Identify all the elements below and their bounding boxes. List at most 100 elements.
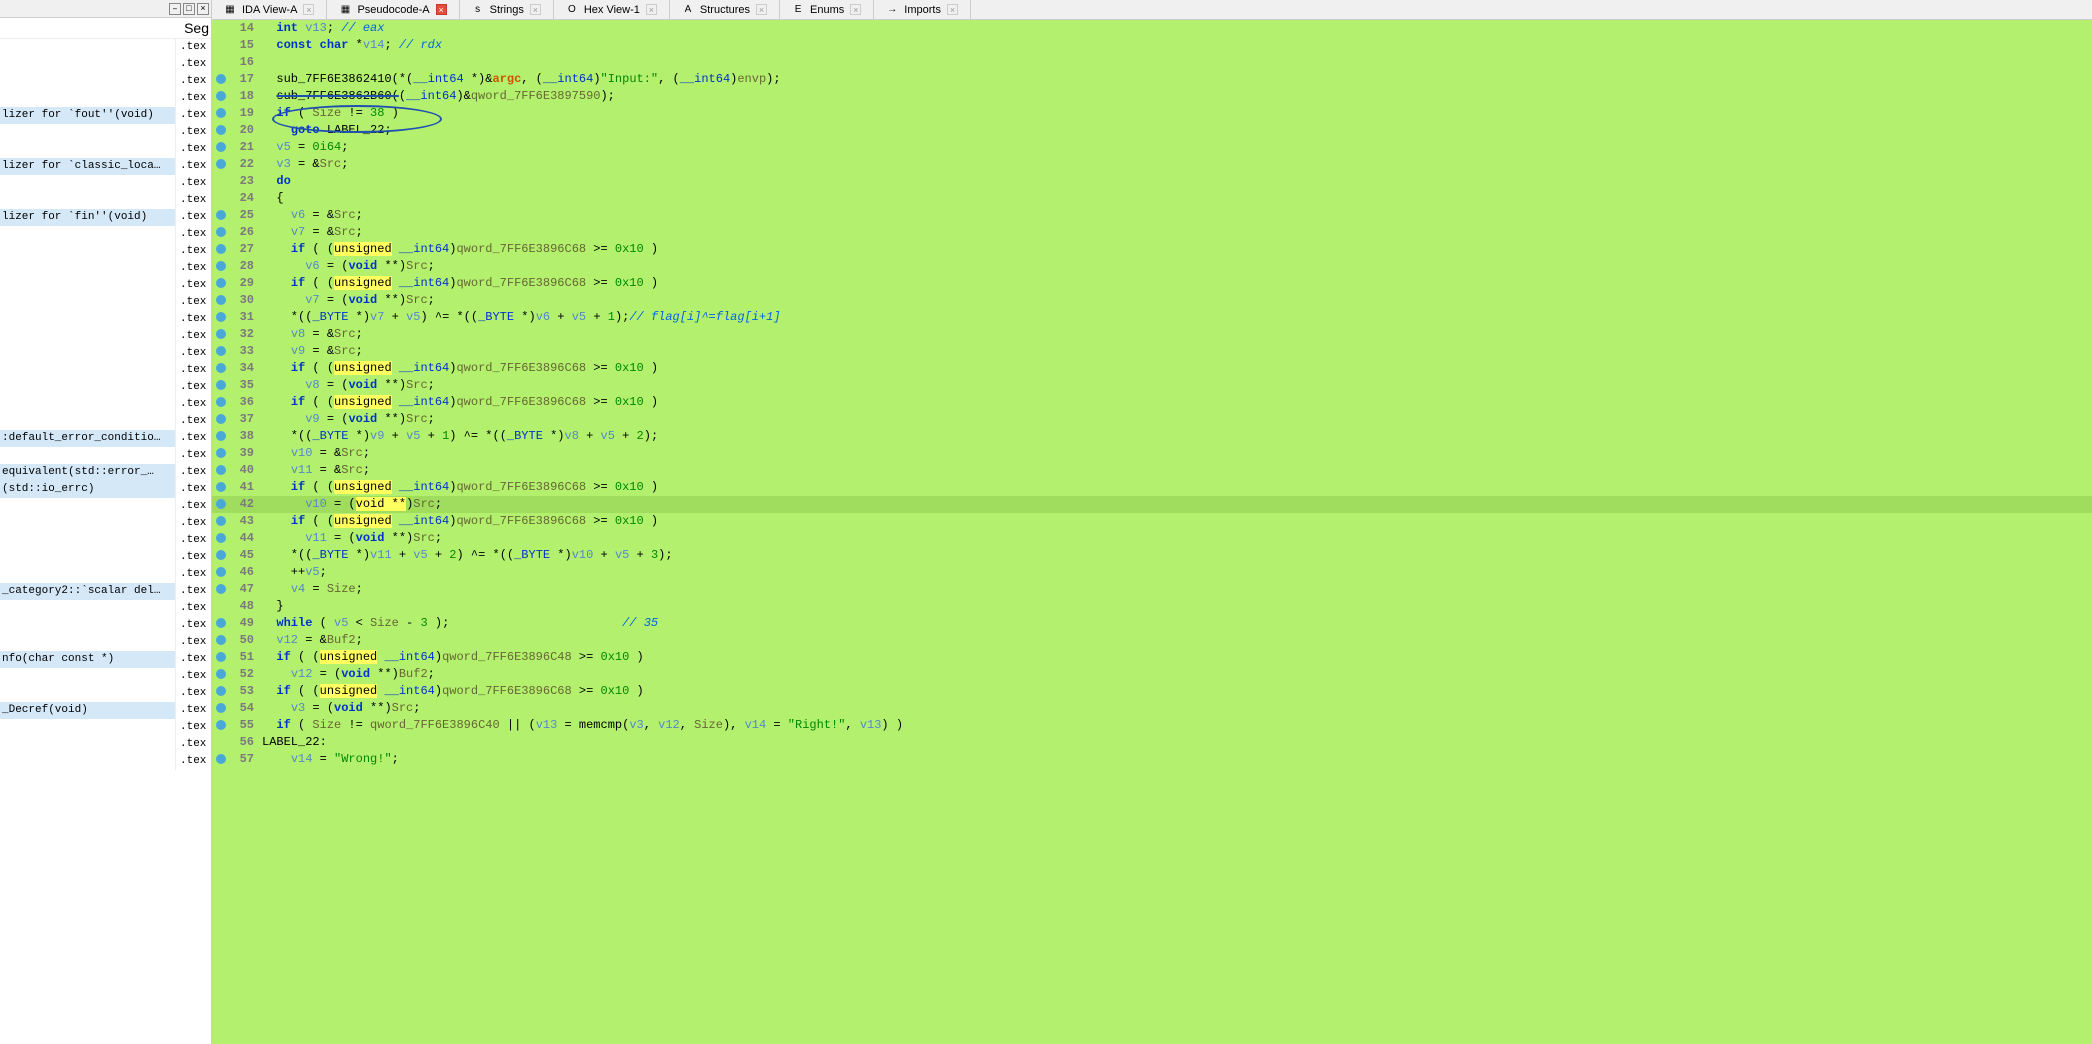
breakpoint-dot-icon[interactable] xyxy=(216,635,226,645)
code-line[interactable]: 24 { xyxy=(212,190,2092,207)
breakpoint-dot-icon[interactable] xyxy=(216,380,226,390)
code-line[interactable]: 22 v3 = &Src; xyxy=(212,156,2092,173)
code-line[interactable]: 48 } xyxy=(212,598,2092,615)
code-text[interactable]: if ( Size != qword_7FF6E3896C40 || (v13 … xyxy=(262,717,2092,734)
code-text[interactable]: ++v5; xyxy=(262,564,2092,581)
function-row[interactable]: .tex xyxy=(0,124,211,141)
function-row[interactable]: .tex xyxy=(0,243,211,260)
code-text[interactable]: if ( (unsigned __int64)qword_7FF6E3896C6… xyxy=(262,275,2092,292)
gutter[interactable] xyxy=(212,139,232,156)
breakpoint-dot-icon[interactable] xyxy=(216,618,226,628)
gutter[interactable] xyxy=(212,190,232,207)
gutter[interactable] xyxy=(212,666,232,683)
tab-close-icon[interactable]: × xyxy=(436,4,447,15)
code-line[interactable]: 35 v8 = (void **)Src; xyxy=(212,377,2092,394)
breakpoint-dot-icon[interactable] xyxy=(216,465,226,475)
code-text[interactable]: if ( (unsigned __int64)qword_7FF6E3896C6… xyxy=(262,513,2092,530)
code-line[interactable]: 17 sub_7FF6E3862410(*(__int64 *)&argc, (… xyxy=(212,71,2092,88)
gutter[interactable] xyxy=(212,530,232,547)
function-row[interactable]: .tex xyxy=(0,685,211,702)
function-row[interactable]: .tex xyxy=(0,396,211,413)
code-line[interactable]: 31 *((_BYTE *)v7 + v5) ^= *((_BYTE *)v6 … xyxy=(212,309,2092,326)
tab-close-icon[interactable]: × xyxy=(947,4,958,15)
function-row[interactable]: .tex xyxy=(0,90,211,107)
tab-ida-view-a[interactable]: ▦IDA View-A× xyxy=(212,0,327,19)
function-row[interactable]: :default_error_conditio….tex xyxy=(0,430,211,447)
code-text[interactable]: v4 = Size; xyxy=(262,581,2092,598)
gutter[interactable] xyxy=(212,700,232,717)
gutter[interactable] xyxy=(212,513,232,530)
breakpoint-dot-icon[interactable] xyxy=(216,244,226,254)
code-line[interactable]: 14 int v13; // eax xyxy=(212,20,2092,37)
gutter[interactable] xyxy=(212,564,232,581)
code-line[interactable]: 55 if ( Size != qword_7FF6E3896C40 || (v… xyxy=(212,717,2092,734)
gutter[interactable] xyxy=(212,411,232,428)
code-text[interactable]: v7 = (void **)Src; xyxy=(262,292,2092,309)
code-text[interactable]: *((_BYTE *)v7 + v5) ^= *((_BYTE *)v6 + v… xyxy=(262,309,2092,326)
breakpoint-dot-icon[interactable] xyxy=(216,754,226,764)
gutter[interactable] xyxy=(212,581,232,598)
tab-close-icon[interactable]: × xyxy=(303,4,314,15)
function-row[interactable]: .tex xyxy=(0,413,211,430)
code-line[interactable]: 20 goto LABEL_22; xyxy=(212,122,2092,139)
breakpoint-dot-icon[interactable] xyxy=(216,499,226,509)
code-text[interactable]: v11 = (void **)Src; xyxy=(262,530,2092,547)
code-line[interactable]: 16 xyxy=(212,54,2092,71)
breakpoint-dot-icon[interactable] xyxy=(216,295,226,305)
gutter[interactable] xyxy=(212,54,232,71)
code-line[interactable]: 53 if ( (unsigned __int64)qword_7FF6E389… xyxy=(212,683,2092,700)
code-text[interactable]: goto LABEL_22; xyxy=(262,122,2092,139)
tab-close-icon[interactable]: × xyxy=(646,4,657,15)
gutter[interactable] xyxy=(212,37,232,54)
code-text[interactable]: v14 = "Wrong!"; xyxy=(262,751,2092,768)
code-text[interactable]: if ( (unsigned __int64)qword_7FF6E3896C6… xyxy=(262,394,2092,411)
code-text[interactable]: v6 = &Src; xyxy=(262,207,2092,224)
tab-close-icon[interactable]: × xyxy=(756,4,767,15)
code-text[interactable]: v10 = (void **)Src; xyxy=(262,496,2092,513)
function-row[interactable]: .tex xyxy=(0,719,211,736)
function-row[interactable]: .tex xyxy=(0,192,211,209)
code-line[interactable]: 23 do xyxy=(212,173,2092,190)
minimize-icon[interactable]: – xyxy=(169,3,181,15)
breakpoint-dot-icon[interactable] xyxy=(216,397,226,407)
code-text[interactable]: *((_BYTE *)v9 + v5 + 1) ^= *((_BYTE *)v8… xyxy=(262,428,2092,445)
code-text[interactable]: LABEL_22: xyxy=(262,734,2092,751)
code-line[interactable]: 46 ++v5; xyxy=(212,564,2092,581)
code-text[interactable]: v6 = (void **)Src; xyxy=(262,258,2092,275)
breakpoint-dot-icon[interactable] xyxy=(216,227,226,237)
function-row[interactable]: .tex xyxy=(0,515,211,532)
code-text[interactable]: v9 = (void **)Src; xyxy=(262,411,2092,428)
gutter[interactable] xyxy=(212,71,232,88)
code-line[interactable]: 28 v6 = (void **)Src; xyxy=(212,258,2092,275)
function-row[interactable]: .tex xyxy=(0,294,211,311)
code-line[interactable]: 32 v8 = &Src; xyxy=(212,326,2092,343)
breakpoint-dot-icon[interactable] xyxy=(216,652,226,662)
code-line[interactable]: 54 v3 = (void **)Src; xyxy=(212,700,2092,717)
breakpoint-dot-icon[interactable] xyxy=(216,363,226,373)
code-line[interactable]: 39 v10 = &Src; xyxy=(212,445,2092,462)
code-text[interactable]: sub_7FF6E3862B60((__int64)&qword_7FF6E38… xyxy=(262,88,2092,105)
breakpoint-dot-icon[interactable] xyxy=(216,669,226,679)
code-line[interactable]: 33 v9 = &Src; xyxy=(212,343,2092,360)
code-text[interactable]: if ( (unsigned __int64)qword_7FF6E3896C6… xyxy=(262,360,2092,377)
code-line[interactable]: 21 v5 = 0i64; xyxy=(212,139,2092,156)
function-row[interactable]: .tex xyxy=(0,566,211,583)
gutter[interactable] xyxy=(212,292,232,309)
code-text[interactable]: if ( (unsigned __int64)qword_7FF6E3896C6… xyxy=(262,479,2092,496)
code-text[interactable]: v7 = &Src; xyxy=(262,224,2092,241)
function-row[interactable]: .tex xyxy=(0,736,211,753)
code-line[interactable]: 40 v11 = &Src; xyxy=(212,462,2092,479)
code-line[interactable]: 43 if ( (unsigned __int64)qword_7FF6E389… xyxy=(212,513,2092,530)
gutter[interactable] xyxy=(212,258,232,275)
breakpoint-dot-icon[interactable] xyxy=(216,482,226,492)
segment-column-header[interactable]: Seg xyxy=(0,18,211,39)
breakpoint-dot-icon[interactable] xyxy=(216,550,226,560)
function-row[interactable]: .tex xyxy=(0,498,211,515)
breakpoint-dot-icon[interactable] xyxy=(216,91,226,101)
gutter[interactable] xyxy=(212,309,232,326)
code-text[interactable]: v3 = &Src; xyxy=(262,156,2092,173)
code-line[interactable]: 52 v12 = (void **)Buf2; xyxy=(212,666,2092,683)
function-row[interactable]: equivalent(std::error_….tex xyxy=(0,464,211,481)
gutter[interactable] xyxy=(212,462,232,479)
code-text[interactable]: sub_7FF6E3862410(*(__int64 *)&argc, (__i… xyxy=(262,71,2092,88)
